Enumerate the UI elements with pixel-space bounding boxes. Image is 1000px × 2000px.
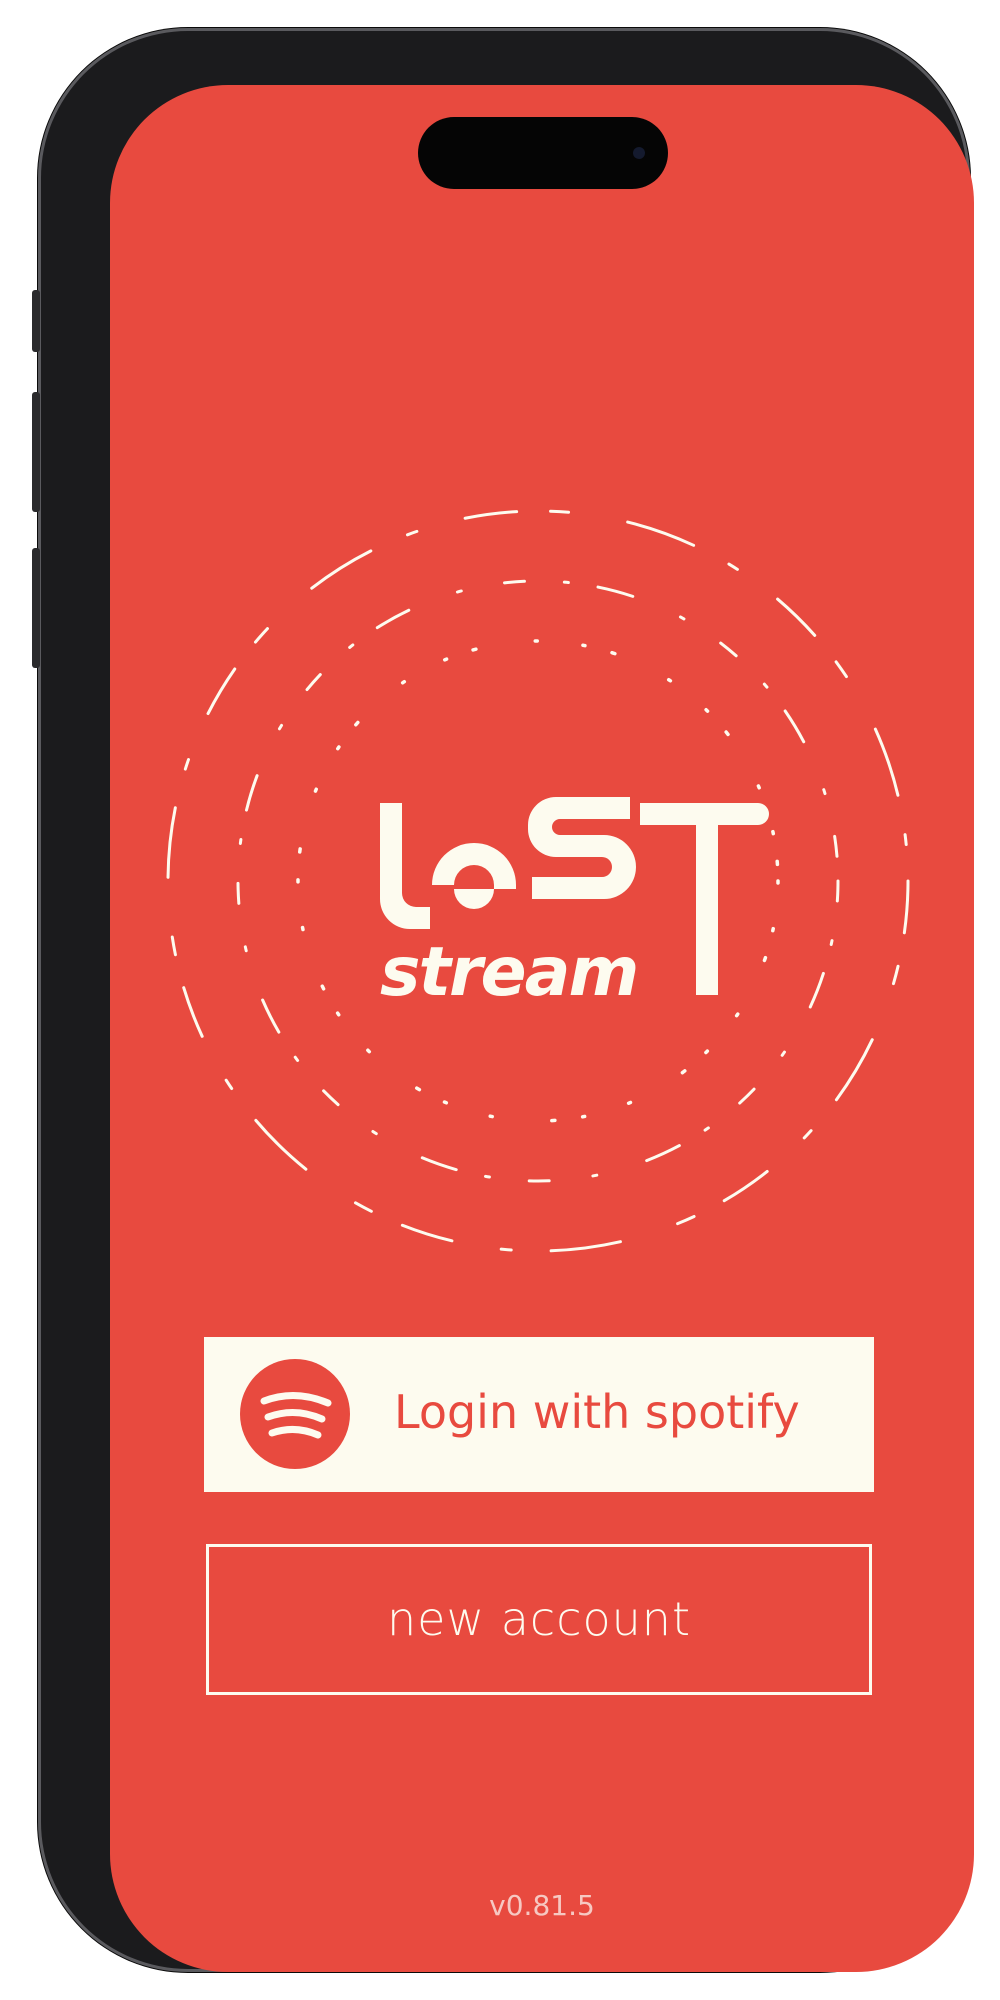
new-account-button[interactable]: new account [206,1544,872,1695]
spotify-waves-icon [260,1391,332,1439]
version-label: v0.81.5 [489,1889,595,1922]
login-spotify-label: Login with spotify [394,1385,800,1439]
lost-stream-logo: stream [380,797,769,1012]
action-button [32,290,40,352]
phone-frame: stream Login with spotify new account v0… [32,28,974,1972]
app-screen: stream Login with spotify new account v0… [110,85,974,1972]
spotify-icon [240,1359,350,1469]
volume-up-button [32,392,40,512]
new-account-label: new account [387,1592,691,1646]
svg-text:stream: stream [380,933,637,1012]
login-spotify-button[interactable]: Login with spotify [204,1337,874,1492]
logo-area: stream [166,509,910,1253]
volume-down-button [32,548,40,668]
